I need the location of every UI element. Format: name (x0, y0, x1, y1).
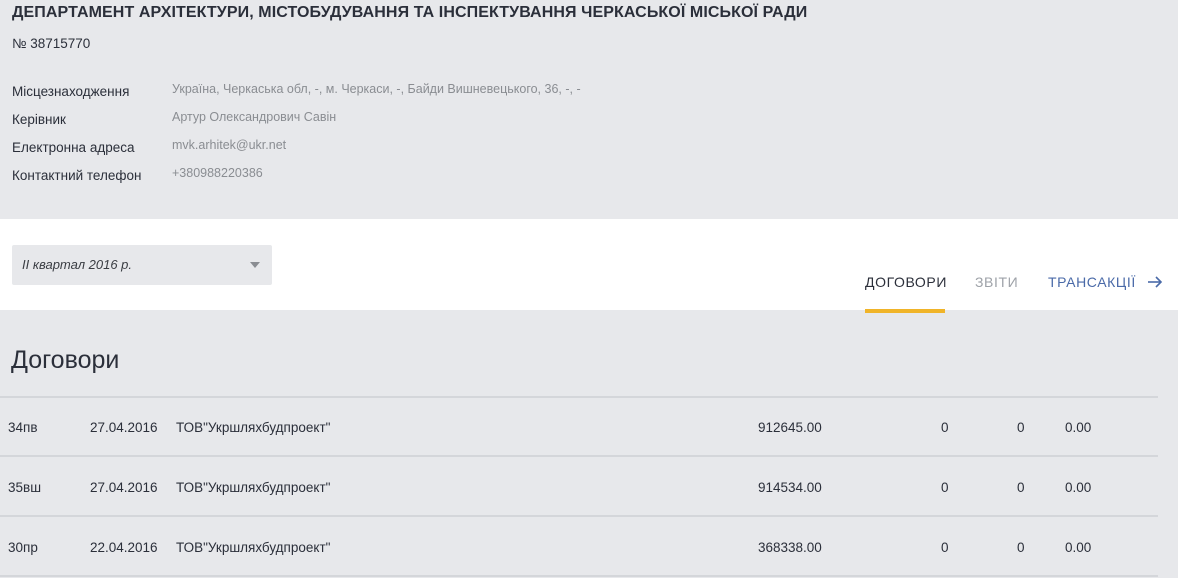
contract-date: 22.04.2016 (90, 540, 158, 555)
detail-label: Контактний телефон (12, 168, 142, 183)
organization-header: ДЕПАРТАМЕНТ АРХІТЕКТУРИ, МІСТОБУДУВАННЯ … (0, 0, 1178, 219)
contract-amount: 368338.00 (758, 540, 822, 555)
detail-value: +380988220386 (172, 166, 263, 180)
tab-contracts[interactable]: ДОГОВОРИ (865, 274, 947, 290)
row-divider (0, 455, 1158, 457)
contract-number: 34пв (8, 420, 38, 435)
contract-amount: 912645.00 (758, 420, 822, 435)
contract-value-a: 0 (941, 420, 949, 435)
contract-number: 35вш (8, 480, 42, 495)
contract-value-c: 0.00 (1065, 420, 1092, 435)
detail-value: Україна, Черкаська обл, -, м. Черкаси, -… (172, 82, 581, 96)
contract-amount: 914534.00 (758, 480, 822, 495)
tab-transactions[interactable]: ТРАНСАКЦІЇ (1048, 274, 1136, 290)
detail-label: Керівник (12, 112, 66, 127)
contract-value-a: 0 (941, 540, 949, 555)
contractor-name: ТОВ"Укршляхбудпроект" (176, 420, 331, 435)
contractor-name: ТОВ"Укршляхбудпроект" (176, 540, 331, 555)
tab-reports[interactable]: ЗВІТИ (975, 274, 1018, 290)
contract-value-a: 0 (941, 480, 949, 495)
row-divider (0, 575, 1158, 577)
table-row[interactable]: 30пр 22.04.2016 ТОВ"Укршляхбудпроект" 36… (0, 518, 1158, 576)
table-row[interactable]: 35вш 27.04.2016 ТОВ"Укршляхбудпроект" 91… (0, 458, 1158, 516)
organization-title: ДЕПАРТАМЕНТ АРХІТЕКТУРИ, МІСТОБУДУВАННЯ … (12, 4, 808, 21)
detail-value: Артур Олександрович Савін (172, 110, 337, 124)
contract-value-c: 0.00 (1065, 540, 1092, 555)
contract-value-b: 0 (1017, 420, 1025, 435)
contractor-name: ТОВ"Укршляхбудпроект" (176, 480, 331, 495)
detail-label: Електронна адреса (12, 140, 135, 155)
contract-value-c: 0.00 (1065, 480, 1092, 495)
arrow-right-icon[interactable] (1146, 274, 1164, 290)
chevron-down-icon (250, 262, 260, 268)
detail-value: mvk.arhitek@ukr.net (172, 138, 287, 152)
period-select-value: ІІ квартал 2016 р. (22, 257, 133, 272)
table-row[interactable]: 34пв 27.04.2016 ТОВ"Укршляхбудпроект" 91… (0, 398, 1158, 456)
detail-label: Місцезнаходження (12, 84, 130, 99)
organization-code: № 38715770 (12, 36, 91, 51)
contract-value-b: 0 (1017, 540, 1025, 555)
contract-date: 27.04.2016 (90, 480, 158, 495)
row-divider (0, 515, 1158, 517)
filter-bar: ІІ квартал 2016 р. ДОГОВОРИ ЗВІТИ ТРАНСА… (0, 219, 1178, 313)
contract-number: 30пр (8, 540, 38, 555)
active-tab-indicator (865, 309, 945, 313)
period-select[interactable]: ІІ квартал 2016 р. (12, 245, 272, 285)
section-title: Договори (11, 346, 120, 374)
contract-value-b: 0 (1017, 480, 1025, 495)
contract-date: 27.04.2016 (90, 420, 158, 435)
